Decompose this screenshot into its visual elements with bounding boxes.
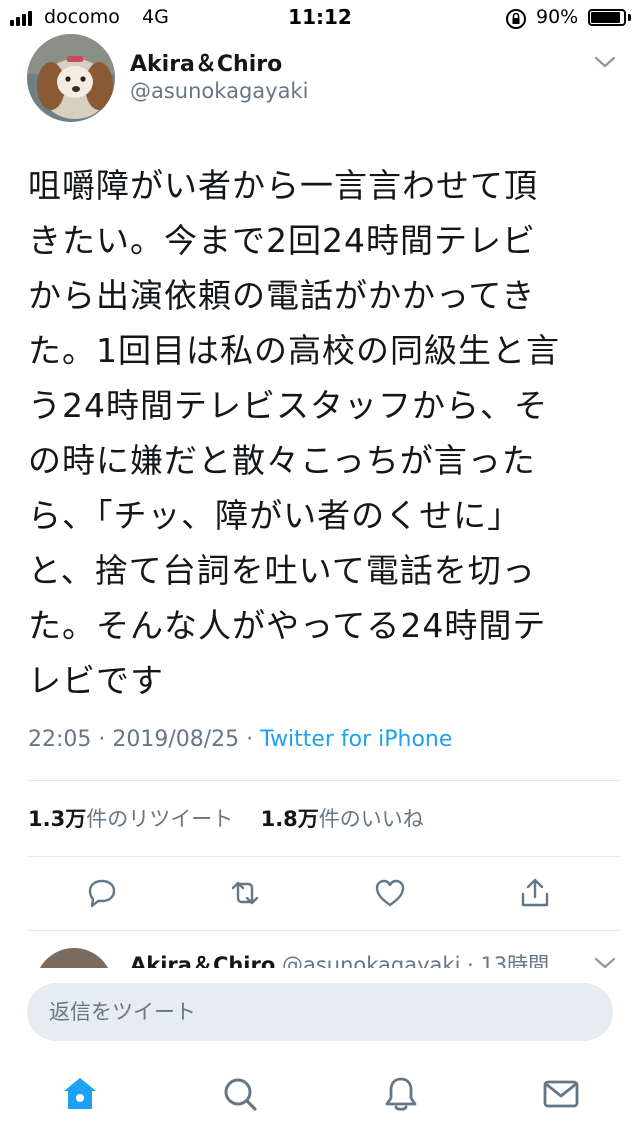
share-icon[interactable]: [518, 876, 552, 910]
tweet-actions: [0, 860, 640, 926]
reply-input[interactable]: 返信をツイート: [27, 983, 613, 1041]
retweet-icon[interactable]: [228, 876, 262, 910]
divider: [28, 930, 620, 931]
like-stat[interactable]: 1.8万件のいいね: [261, 807, 424, 831]
orientation-lock-icon: [506, 9, 526, 29]
like-label: 件のいいね: [318, 807, 424, 831]
avatar[interactable]: [27, 34, 115, 122]
user-handle[interactable]: @asunokagayaki: [130, 79, 308, 103]
battery-icon: [588, 9, 626, 26]
display-name[interactable]: Akira＆Chiro: [130, 46, 282, 78]
battery-tip: [628, 14, 631, 21]
tweet-stats: 1.3万件のリツイート 1.8万件のいいね: [28, 803, 424, 833]
notifications-icon[interactable]: [381, 1074, 421, 1114]
reply-icon[interactable]: [84, 876, 118, 910]
retweet-label: 件のリツイート: [86, 807, 234, 831]
status-bar: docomo 4G 11:12 90%: [0, 0, 640, 36]
divider: [28, 856, 620, 857]
retweet-stat[interactable]: 1.3万件のリツイート: [28, 807, 233, 831]
avatar-image: [27, 34, 115, 122]
chevron-down-icon[interactable]: [594, 55, 616, 69]
divider: [28, 780, 620, 781]
tweet-meta: 22:05 · 2019/08/25 · Twitter for iPhone: [28, 727, 452, 752]
search-icon[interactable]: [220, 1074, 260, 1114]
like-count: 1.8万: [260, 807, 319, 831]
retweet-count: 1.3万: [28, 807, 87, 831]
battery-percent: 90%: [536, 6, 579, 28]
messages-icon[interactable]: [541, 1074, 581, 1114]
tweet-source-link[interactable]: Twitter for iPhone: [260, 727, 452, 752]
tweet-text: 咀嚼障がい者から一言言わせて頂 きたい。今まで2回24時間テレビ から出演依頼の…: [28, 166, 560, 700]
like-icon[interactable]: [373, 876, 407, 910]
home-icon[interactable]: [60, 1074, 100, 1114]
tweet-timestamp: 22:05 · 2019/08/25 ·: [28, 727, 261, 752]
